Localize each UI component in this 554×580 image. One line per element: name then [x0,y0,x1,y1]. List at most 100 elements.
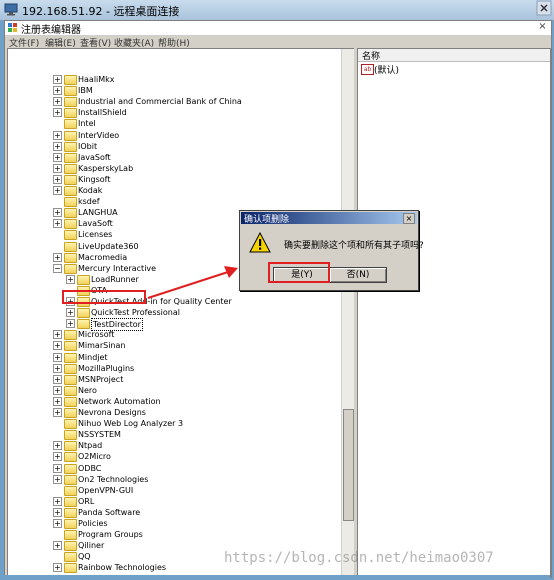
values-header: 名称 [358,49,550,62]
remote-desktop-icon [4,3,18,16]
tree-item-label: JavaSoft [78,152,111,162]
expand-icon[interactable]: + [53,186,62,195]
tree-item[interactable]: + HaaliMkx [8,74,338,85]
regedit-title: 注册表编辑器 [21,25,81,36]
tree-item-label: QQ [78,552,91,562]
expand-icon[interactable]: + [53,563,62,573]
tree-item-label: Ntpad [78,441,103,451]
tree-item[interactable]: + Panda Software [8,507,338,518]
tree-item-label: Licenses [78,230,113,240]
tree-item[interactable]: + Nevrona Designs [8,407,338,418]
tree-item[interactable]: Nihuo Web Log Analyzer 3 [8,418,338,430]
registry-tree[interactable]: + HaaliMkx + IBM + Industrial and Commercial … [7,48,355,577]
folder-icon [64,263,77,274]
folder-icon [64,463,77,474]
folder-icon [64,507,77,518]
tree-item-label: Network Automation [78,396,161,406]
expand-icon[interactable]: + [53,507,62,517]
folder-icon [64,197,77,208]
tree-item[interactable]: OpenVPN-GUI [8,485,338,496]
tree-item[interactable]: + IBM [8,85,338,97]
tree-scrollbar[interactable] [341,49,354,576]
folder-icon [64,219,77,230]
expand-icon[interactable]: + [53,519,62,528]
expand-icon[interactable]: + [53,441,62,451]
tree-item[interactable]: + Ntpad [8,440,338,452]
expand-icon[interactable]: + [53,341,62,351]
expand-icon[interactable]: + [66,319,75,329]
tree-item[interactable]: + MimarSinan [8,340,338,352]
tree-item[interactable]: + Network Automation [8,396,338,407]
tree-item[interactable]: + MozillaPlugins [8,363,338,374]
tree-item[interactable]: Intel [8,118,338,130]
tree-item-label: Program Groups [78,530,143,540]
values-pane[interactable]: 名称 ab (默认) [357,48,551,577]
expand-icon[interactable]: + [53,396,62,406]
expand-icon[interactable]: + [53,330,62,340]
folder-icon [64,97,77,108]
folder-icon [64,441,77,452]
tree-item[interactable]: + Kingsoft [8,174,338,185]
expand-icon[interactable]: + [53,352,62,362]
expand-icon[interactable]: + [53,452,62,462]
expand-icon[interactable]: + [53,374,62,384]
expand-icon[interactable]: + [53,130,62,140]
expand-icon[interactable]: + [53,463,62,473]
expand-icon[interactable]: + [66,274,75,284]
tree-item[interactable]: + MSNProject [8,374,338,385]
tree-item[interactable]: + O2Micro [8,451,338,463]
expand-icon[interactable]: + [53,86,62,96]
dialog-close-icon[interactable]: × [403,213,415,224]
expand-icon[interactable]: + [53,141,62,151]
tree-item[interactable]: + QuickTest Professional [8,307,338,319]
tree-item-label: Macromedia [78,252,128,262]
expand-icon[interactable]: + [66,308,75,318]
tree-item[interactable]: + QuickTest Add-in for Quality Center [8,296,338,307]
tree-item-label: ODBC [78,463,102,473]
expand-icon[interactable]: + [53,97,62,107]
tree-item[interactable]: + On2 Technologies [8,474,338,485]
expand-icon[interactable]: + [53,363,62,373]
expand-icon[interactable]: + [53,408,62,417]
tree-item[interactable]: + KasperskyLab [8,163,338,174]
folder-icon [64,552,77,563]
tree-item[interactable]: Program Groups [8,529,338,541]
tree-item[interactable]: + IObit [8,141,338,152]
expand-icon[interactable]: + [53,541,62,551]
expand-icon[interactable]: + [53,163,62,173]
tree-item[interactable]: + Industrial and Commercial Bank of China [8,96,338,108]
no-button[interactable]: 否(N) [329,267,387,283]
tree-item[interactable]: + InterVideo [8,130,338,141]
tree-item[interactable]: + Policies [8,518,338,529]
regedit-close-icon[interactable]: × [536,21,549,33]
tree-item-label: Rainbow Technologies [78,563,167,573]
tree-item[interactable]: + Kodak [8,185,338,196]
tree-item[interactable]: + Mindjet [8,352,338,363]
tree-item[interactable]: + TestDirector [8,318,338,332]
expand-icon[interactable]: + [53,174,62,184]
tree-scroll-thumb[interactable] [343,409,354,521]
expand-icon[interactable]: + [53,385,62,395]
expand-icon[interactable]: + [53,219,62,229]
collapse-icon[interactable]: − [53,263,62,273]
expand-icon[interactable]: + [53,252,62,262]
tree-item[interactable]: + ODBC [8,463,338,474]
tree-item[interactable]: + ORL [8,496,338,507]
tree-item[interactable]: + JavaSoft [8,152,338,163]
expand-icon[interactable]: + [53,152,62,162]
expand-icon[interactable]: + [53,208,62,218]
expand-icon[interactable]: + [53,108,62,118]
tree-item[interactable]: + Nero [8,385,338,396]
testdirector-highlight-box [62,290,146,304]
folder-icon [64,374,77,385]
rdp-close-icon[interactable] [536,0,552,16]
expand-icon[interactable]: + [53,474,62,484]
watermark-text: https://blog.csdn.net/heimao0307 [224,550,494,566]
expand-icon[interactable]: + [53,496,62,506]
tree-item[interactable]: ksdef [8,196,338,208]
expand-icon[interactable]: + [53,75,62,84]
column-name-header[interactable]: 名称 [362,49,380,62]
tree-item[interactable]: + Microsoft [8,329,338,341]
tree-item[interactable]: NSSYSTEM [8,429,338,441]
tree-item[interactable]: + InstallShield [8,107,338,119]
